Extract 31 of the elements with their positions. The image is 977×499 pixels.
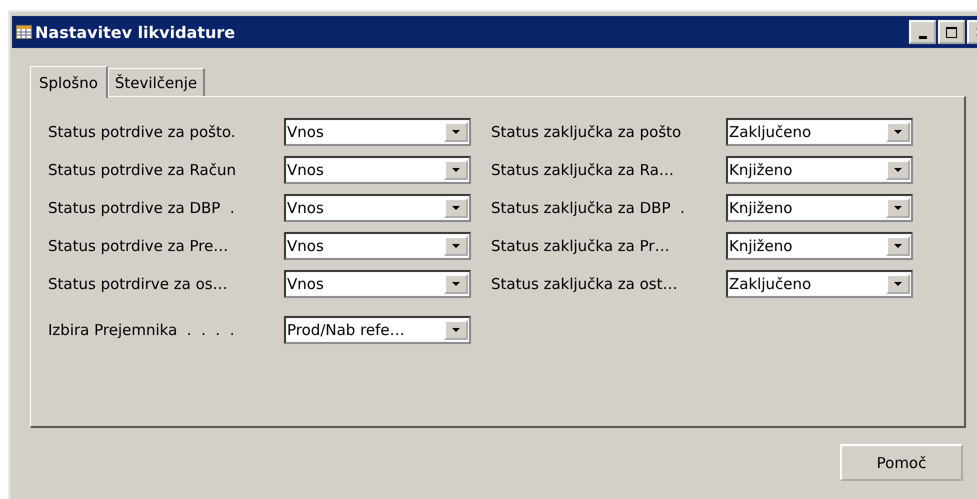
field-label: Status zaključka za pošto xyxy=(491,123,682,141)
table-icon xyxy=(16,25,32,39)
minimize-button[interactable] xyxy=(909,20,936,44)
dropdown-field[interactable]: Vnos xyxy=(284,118,471,146)
field-label: Izbira Prejemnika . . . . xyxy=(48,321,236,339)
field-label: Status zaključka za ost… xyxy=(491,275,678,293)
dropdown-field[interactable]: Vnos xyxy=(284,194,471,222)
dropdown-field[interactable]: Vnos xyxy=(284,232,471,260)
tab[interactable]: Splošno xyxy=(30,66,108,98)
maximize-icon xyxy=(946,26,957,38)
tab[interactable]: Številčenje xyxy=(108,68,206,96)
dropdown-field[interactable]: Zaključeno xyxy=(726,270,913,298)
field-label: Status potrdive za pošto. xyxy=(48,123,237,141)
field-label: Status potrdirve za os… xyxy=(48,275,229,293)
dropdown-field[interactable]: Knjiženo xyxy=(726,156,913,184)
help-button[interactable]: Pomoč xyxy=(840,444,963,481)
minimize-icon xyxy=(918,36,926,38)
window-title: Nastavitev likvidature xyxy=(35,22,236,42)
field-label: Status potrdive za DBP . xyxy=(48,199,236,217)
field-label: Status zaključka za Pr… xyxy=(491,237,671,255)
field-label: Status potrdive za Pre… xyxy=(48,237,230,255)
field-label: Status zaključka za Ra… xyxy=(491,161,675,179)
dropdown-field[interactable]: Knjiženo xyxy=(726,194,913,222)
field-label: Status zaključka za DBP . xyxy=(491,199,686,217)
maximize-button[interactable] xyxy=(938,20,965,44)
dropdown-field[interactable]: Vnos xyxy=(284,270,471,298)
dropdown-field[interactable]: Prod/Nab refe… xyxy=(284,316,471,344)
dropdown-field[interactable]: Zaključeno xyxy=(726,118,913,146)
field-label: Status potrdive za Račun xyxy=(48,161,237,179)
dropdown-field[interactable]: Knjiženo xyxy=(726,232,913,260)
dropdown-field[interactable]: Vnos xyxy=(284,156,471,184)
